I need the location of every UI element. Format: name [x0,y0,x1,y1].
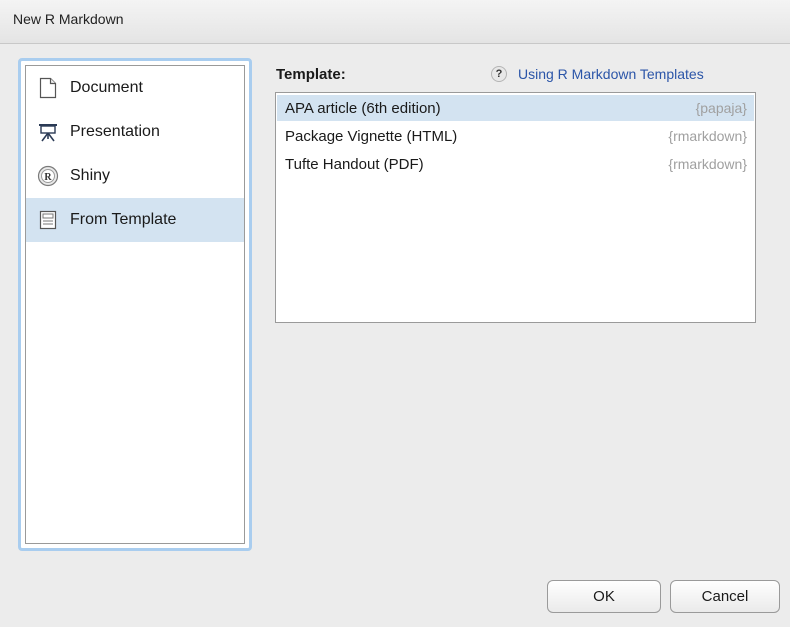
sidebar-item-label: Shiny [70,167,111,184]
question-icon: ? [491,66,507,82]
sidebar-item-document[interactable]: Document [26,66,244,110]
sidebar-item-label: Document [70,79,143,96]
sidebar-item-shiny[interactable]: R Shiny [26,154,244,198]
help-link-text[interactable]: Using R Markdown Templates [518,66,704,82]
template-name: Tufte Handout (PDF) [285,156,424,173]
template-name: Package Vignette (HTML) [285,128,458,145]
template-heading: Template: [276,66,346,83]
template-row[interactable]: Tufte Handout (PDF) {rmarkdown} [277,151,754,177]
template-package: {rmarkdown} [668,156,747,172]
sidebar-item-from-template[interactable]: From Template [26,198,244,242]
help-link[interactable]: ? Using R Markdown Templates [491,66,704,82]
cancel-button[interactable]: Cancel [670,580,780,613]
sidebar-item-label: From Template [70,211,177,228]
format-sidebar: Document Presentation R Shiny From Templ… [18,58,252,551]
template-package: {papaja} [695,100,747,116]
document-icon [36,76,60,100]
template-name: APA article (6th edition) [285,100,441,117]
ok-button[interactable]: OK [547,580,661,613]
template-row[interactable]: Package Vignette (HTML) {rmarkdown} [277,123,754,149]
svg-text:R: R [44,172,52,183]
template-row[interactable]: APA article (6th edition) {papaja} [277,95,754,121]
sidebar-item-presentation[interactable]: Presentation [26,110,244,154]
template-package: {rmarkdown} [668,128,747,144]
shiny-icon: R [36,164,60,188]
window-title: New R Markdown [13,11,124,27]
template-icon [36,208,60,232]
presentation-icon [36,120,60,144]
sidebar-item-label: Presentation [70,123,160,140]
title-bar: New R Markdown [0,0,790,44]
format-list: Document Presentation R Shiny From Templ… [25,65,245,544]
template-list[interactable]: APA article (6th edition) {papaja} Packa… [275,92,756,323]
